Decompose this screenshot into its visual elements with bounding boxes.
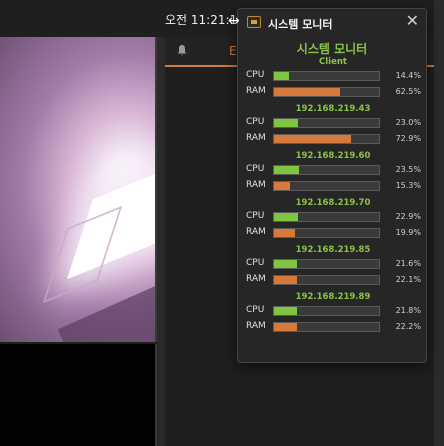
group-name: 192.168.219.43 — [295, 104, 371, 114]
monitor-group: Client CPU 14.4% RAM 62.5% — [245, 56, 421, 100]
ram-metric-row: RAM 72.9% — [245, 131, 421, 147]
window-title: 시스템 모니터 — [268, 18, 333, 31]
ram-label: RAM — [246, 321, 266, 331]
ram-usage-bar — [273, 87, 380, 97]
panel-title: 시스템 모니터 — [296, 42, 368, 56]
cpu-percent: 21.6% — [395, 259, 421, 268]
group-name: 192.168.219.85 — [295, 245, 371, 255]
cpu-metric-row: CPU 21.6% — [245, 256, 421, 272]
cpu-usage-bar — [273, 165, 380, 175]
cpu-label: CPU — [246, 211, 265, 221]
right-edge — [434, 0, 444, 446]
cpu-usage-bar — [273, 212, 380, 222]
ram-usage-fill — [274, 88, 340, 96]
monitor-group: 192.168.219.60 CPU 23.5% RAM 15.3% — [245, 150, 421, 194]
monitor-group: 192.168.219.89 CPU 21.8% RAM 22.2% — [245, 291, 421, 335]
ram-metric-row: RAM 22.1% — [245, 272, 421, 288]
ram-percent: 22.2% — [395, 322, 421, 331]
ram-usage-bar — [273, 322, 380, 332]
cpu-percent: 21.8% — [395, 306, 421, 315]
group-name: 192.168.219.60 — [295, 151, 371, 161]
cpu-metric-row: CPU 23.5% — [245, 162, 421, 178]
cpu-percent: 23.5% — [395, 165, 421, 174]
panel-divider — [157, 37, 165, 446]
group-name: 192.168.219.89 — [295, 292, 371, 302]
ram-percent: 19.9% — [395, 228, 421, 237]
group-name: 192.168.219.70 — [295, 198, 371, 208]
cpu-label: CPU — [246, 164, 265, 174]
cpu-metric-row: CPU 14.4% — [245, 68, 421, 84]
cpu-usage-fill — [274, 166, 299, 174]
ram-metric-row: RAM 15.3% — [245, 178, 421, 194]
cpu-usage-fill — [274, 213, 299, 221]
ram-label: RAM — [246, 86, 266, 96]
monitor-group: 192.168.219.85 CPU 21.6% RAM 22.1% — [245, 244, 421, 288]
cpu-metric-row: CPU 21.8% — [245, 303, 421, 319]
ram-usage-bar — [273, 228, 380, 238]
cpu-label: CPU — [246, 305, 265, 315]
cpu-usage-fill — [274, 72, 290, 80]
window-titlebar[interactable]: ↔ 시스템 모니터 ✕ — [228, 9, 426, 35]
ram-usage-fill — [274, 135, 351, 143]
cpu-label: CPU — [246, 70, 265, 80]
ram-usage-fill — [274, 323, 298, 331]
close-button[interactable]: ✕ — [406, 12, 419, 30]
ram-metric-row: RAM 19.9% — [245, 225, 421, 241]
cpu-usage-bar — [273, 118, 380, 128]
ram-percent: 72.9% — [395, 134, 421, 143]
monitor-group: 192.168.219.70 CPU 22.9% RAM 19.9% — [245, 197, 421, 241]
ram-usage-fill — [274, 229, 295, 237]
camera-view-bottom[interactable] — [0, 344, 157, 446]
cpu-percent: 14.4% — [395, 71, 421, 80]
ram-metric-row: RAM 62.5% — [245, 84, 421, 100]
system-monitor-window: ↔ 시스템 모니터 ✕ 시스템 모니터 Client CPU 14.4% RAM 62.… — [228, 8, 427, 363]
ram-usage-fill — [274, 276, 298, 284]
ram-usage-bar — [273, 134, 380, 144]
cpu-label: CPU — [246, 258, 265, 268]
cpu-usage-bar — [273, 71, 380, 81]
ram-label: RAM — [246, 274, 266, 284]
ram-usage-bar — [273, 275, 380, 285]
bell-icon[interactable] — [176, 44, 188, 56]
ram-usage-bar — [273, 181, 380, 191]
ram-label: RAM — [246, 227, 266, 237]
ram-percent: 62.5% — [395, 87, 421, 96]
ram-percent: 15.3% — [395, 181, 421, 190]
cpu-usage-bar — [273, 306, 380, 316]
cpu-usage-fill — [274, 307, 297, 315]
cpu-percent: 22.9% — [395, 212, 421, 221]
cpu-label: CPU — [246, 117, 265, 127]
cpu-metric-row: CPU 23.0% — [245, 115, 421, 131]
cpu-usage-bar — [273, 259, 380, 269]
ram-metric-row: RAM 22.2% — [245, 319, 421, 335]
cpu-percent: 23.0% — [395, 118, 421, 127]
app-logo — [247, 16, 261, 28]
cpu-metric-row: CPU 22.9% — [245, 209, 421, 225]
monitor-group-list: Client CPU 14.4% RAM 62.5% 192.168.219.43 CPU 2… — [238, 56, 426, 335]
cpu-usage-fill — [274, 119, 299, 127]
group-name: Client — [319, 57, 347, 67]
ram-usage-fill — [274, 182, 291, 190]
cpu-usage-fill — [274, 260, 297, 268]
monitor-group: 192.168.219.43 CPU 23.0% RAM 72.9% — [245, 103, 421, 147]
ram-label: RAM — [246, 133, 266, 143]
ram-percent: 22.1% — [395, 275, 421, 284]
ram-label: RAM — [246, 180, 266, 190]
camera-view-top[interactable] — [0, 37, 157, 342]
